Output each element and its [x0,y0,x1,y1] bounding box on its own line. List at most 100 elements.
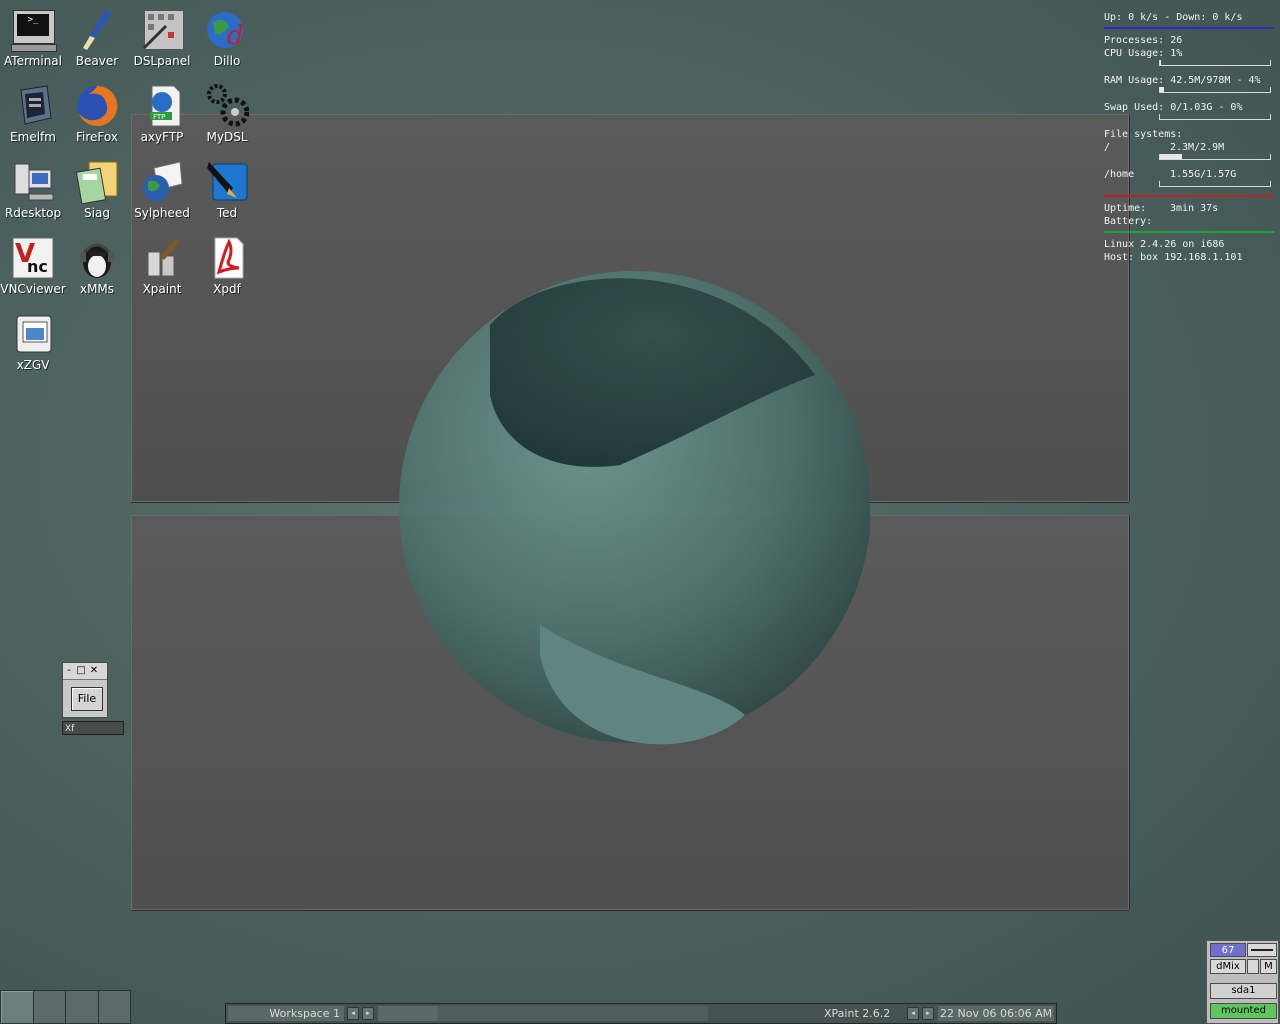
icon-label: Ted [216,206,238,220]
terminal-icon: >_ [11,8,57,52]
divider [1104,195,1274,197]
control-panel-icon [140,8,184,52]
process-count: Processes: 26 [1104,35,1183,46]
workspace-next-button[interactable]: ▸ [362,1007,374,1020]
svg-text:FTP: FTP [153,113,165,121]
window-next-button[interactable]: ▸ [922,1007,934,1020]
uptime-value: 3min 37s [1170,203,1219,214]
penguin-headphones-icon [75,236,119,280]
desktop-icon-xpdf[interactable]: Xpdf [194,236,260,296]
icon-label: Beaver [75,54,119,68]
fs-root-value: 2.3M/2.9M [1170,142,1225,153]
workspace-pager[interactable] [0,990,131,1024]
remote-desktop-icon [11,160,55,204]
icon-label: FireFox [76,130,118,144]
icon-label: Xpdf [213,282,241,296]
icon-label: Sylpheed [134,206,190,220]
fs-home-label: /home [1104,169,1135,180]
swap-usage: Swap Used: 0/1.03G - 0% [1104,102,1243,113]
mount-device[interactable]: sda1 [1210,983,1277,999]
ftp-icon: FTP [140,84,184,128]
taskbar: Workspace 1 ◂ ▸ XPaint 2.6.2 ◂ ▸ 22 Nov … [225,1003,1057,1024]
pager-workspace-2[interactable] [33,991,66,1023]
divider [1104,231,1274,233]
spreadsheet-calculator-icon [75,160,119,205]
desktop-icon-ted[interactable]: Ted [194,160,260,220]
battery-label: Battery: [1104,216,1153,227]
desktop-icon-beaver[interactable]: Beaver [64,8,130,68]
fs-home-bar [1159,181,1271,187]
fs-home-value: 1.55G/1.57G [1170,169,1237,180]
vnc-icon: Vnc [11,236,55,280]
mount-status[interactable]: mounted [1210,1003,1277,1019]
window-prev-button[interactable]: ◂ [907,1007,919,1020]
fs-root-label: / [1104,142,1111,153]
icon-label: axyFTP [140,130,184,144]
mini-window-titlebar[interactable]: - □ ✕ [63,663,107,680]
icon-label: xZGV [16,358,50,372]
pager-workspace-3[interactable] [66,991,99,1023]
file-button[interactable]: File [71,687,103,711]
minimize-icon[interactable]: - [63,663,75,679]
desktop-icon-xzgv[interactable]: xZGV [0,312,66,372]
desktop-icon-emelfm[interactable]: Emelfm [0,84,66,144]
icon-label: Xpaint [142,282,182,296]
icon-label: Siag [84,206,110,220]
icon-label: ATerminal [4,54,62,68]
desktop-icon-axyftp[interactable]: FTP axyFTP [129,84,195,144]
ram-usage: RAM Usage: 42.5M/978M - 4% [1104,75,1261,86]
clock: 22 Nov 06 06:06 AM [938,1006,1054,1021]
volume-readout: 67 [1210,943,1246,957]
system-monitor: Up: 0 k/s - Down: 0 k/s Processes: 26 CP… [1104,11,1274,264]
task-button[interactable] [378,1006,708,1021]
active-window-title: XPaint 2.6.2 [824,1007,891,1020]
desktop-icon-firefox[interactable]: FireFox [64,84,130,144]
desktop-icon-aterminal[interactable]: >_ ATerminal [0,8,66,68]
paint-tools-icon [140,236,184,280]
filesystems-header: File systems: [1104,129,1183,140]
desktop-icon-xmms[interactable]: xMMs [64,236,130,296]
desktop-icon-siag[interactable]: Siag [64,160,130,220]
mixer-button[interactable]: dMix [1210,959,1246,974]
mini-window[interactable]: - □ ✕ File [62,662,108,718]
network-rate: Up: 0 k/s - Down: 0 k/s [1104,12,1243,23]
desktop-icon-sylpheed[interactable]: Sylpheed [129,160,195,220]
svg-text:nc: nc [27,257,48,276]
wallpaper-orb-logo [399,271,870,745]
mute-button[interactable]: M [1260,959,1277,974]
pager-workspace-1[interactable] [1,991,34,1023]
desktop-icon-xpaint[interactable]: Xpaint [129,236,195,296]
pager-workspace-4[interactable] [98,991,130,1023]
workspace-name[interactable]: Workspace 1 [228,1006,344,1021]
ram-usage-bar [1159,87,1271,93]
cpu-usage-bar [1159,60,1271,66]
desktop-icon-mydsl[interactable]: MyDSL [194,84,260,144]
firefox-icon [75,84,119,128]
icon-label: xMMs [79,282,115,296]
iconified-window-label[interactable]: Xf [62,721,124,735]
desktop-icon-dillo[interactable]: d Dillo [194,8,260,68]
close-icon[interactable]: ✕ [87,663,101,679]
volume-slider[interactable] [1247,943,1277,957]
pen-icon [205,160,249,204]
uptime: Uptime: 3min 37s [1104,202,1274,215]
host-info: Host: box 192.168.1.101 [1104,252,1243,263]
mixer-toggle[interactable] [1247,959,1259,974]
dillo-globe-icon: d [205,8,249,52]
workspace-prev-button[interactable]: ◂ [347,1007,359,1020]
maximize-icon[interactable]: □ [75,663,87,679]
icon-label: Dillo [213,54,241,68]
svg-text:d: d [227,21,244,51]
fs-root-bar [1159,154,1271,160]
swap-usage-bar [1159,114,1271,120]
cpu-usage: CPU Usage: 1% [1104,48,1183,59]
paintbrush-icon [75,8,119,52]
mail-globe-icon [140,160,184,204]
divider [1104,27,1274,29]
desktop-icon-rdesktop[interactable]: Rdesktop [0,160,66,220]
fs-home: /home 1.55G/1.57G [1104,168,1274,181]
desktop-icon-vncviewer[interactable]: Vnc VNCviewer [0,236,66,296]
file-manager-icon [11,84,55,128]
icon-label: DSLpanel [133,54,191,68]
desktop-icon-dslpanel[interactable]: DSLpanel [129,8,195,68]
